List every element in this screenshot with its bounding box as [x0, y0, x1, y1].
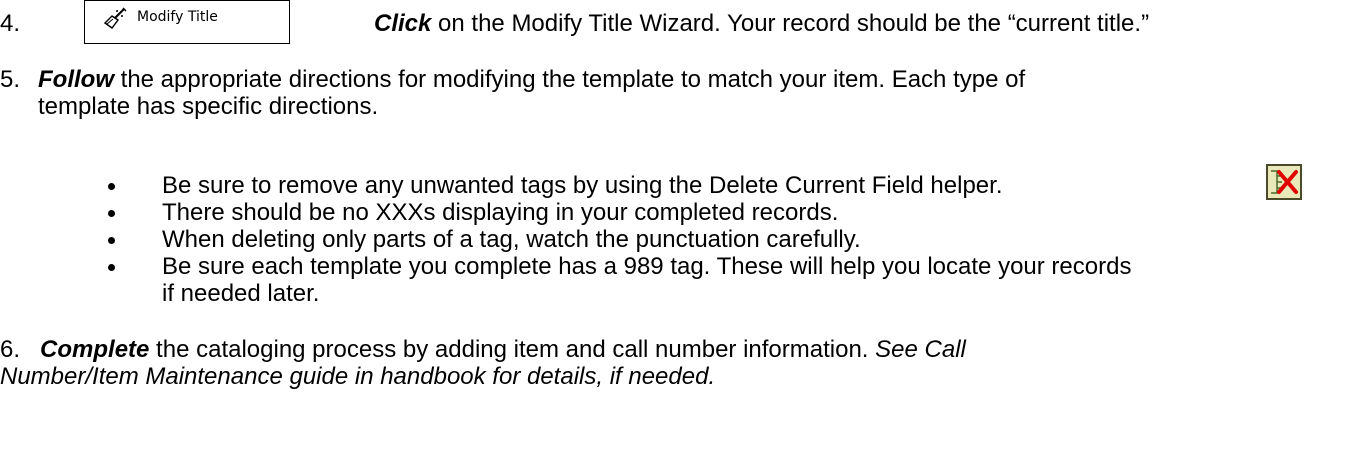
step6-line1-italic: See Call: [875, 336, 966, 363]
step6-line1-text: the cataloging process by adding item an…: [149, 336, 876, 363]
step4-description: on the Modify Title Wizard. Your record …: [431, 10, 1150, 37]
modify-title-button[interactable]: Modify Title: [84, 0, 290, 44]
step6-line1: 6. Complete the cataloging process by ad…: [0, 336, 966, 364]
step4-text: Click on the Modify Title Wizard. Your r…: [374, 10, 1149, 38]
step4-verb: Click: [374, 10, 432, 37]
modify-title-button-label: Modify Title: [137, 9, 218, 25]
step6-line2-italic: Number/Item Maintenance guide in handboo…: [0, 363, 716, 390]
list-item: Be sure to remove any unwanted tags by u…: [108, 172, 1131, 199]
list-item: When deleting only parts of a tag, watch…: [108, 226, 1131, 253]
step5-verb: Follow: [38, 66, 114, 93]
list-item: There should be no XXXs displaying in yo…: [108, 199, 1131, 226]
step6-number: 6.: [0, 336, 21, 363]
step5-bullet-list: Be sure to remove any unwanted tags by u…: [108, 172, 1131, 280]
list-item: Be sure each template you complete has a…: [108, 253, 1131, 280]
step5-line1: Follow the appropriate directions for mo…: [38, 66, 1025, 94]
delete-current-field-icon[interactable]: [1266, 164, 1302, 200]
step5-line2: template has specific directions.: [38, 93, 379, 120]
modify-wand-icon: [103, 7, 127, 31]
step5-number: 5.: [0, 66, 21, 93]
step6-verb: Complete: [40, 336, 150, 363]
step4-number: 4.: [0, 10, 21, 37]
step6-line2: Number/Item Maintenance guide in handboo…: [0, 363, 715, 391]
step5-line1-text: the appropriate directions for modifying…: [113, 66, 1026, 93]
step5-bullet4-continuation: if needed later.: [162, 280, 320, 307]
